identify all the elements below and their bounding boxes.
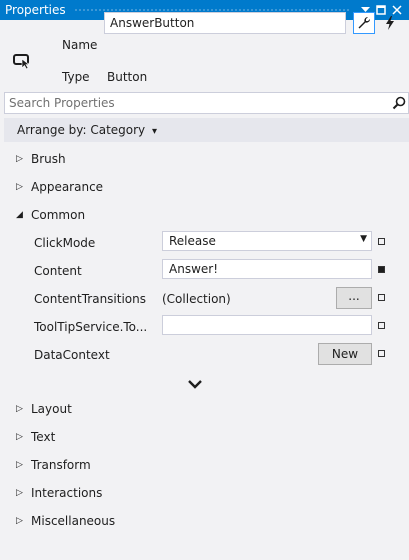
category-label: Common xyxy=(31,208,86,222)
category-label: Miscellaneous xyxy=(31,514,116,528)
collapse-arrow-icon[interactable]: ◢ xyxy=(16,210,26,220)
category-label: Transform xyxy=(31,458,91,472)
type-value: Button xyxy=(107,70,148,84)
property-label-contenttransitions: ContentTransitions xyxy=(34,292,147,306)
property-label-datacontext: DataContext xyxy=(34,348,110,362)
category-transform[interactable]: ▷ Transform xyxy=(16,458,91,472)
expand-arrow-icon[interactable]: ▷ xyxy=(16,404,26,414)
button-element-icon xyxy=(12,50,32,70)
property-label-tooltip: ToolTipService.To... xyxy=(34,320,148,334)
search-icon[interactable] xyxy=(392,96,406,113)
panel-title: Properties xyxy=(5,3,66,17)
category-label: Appearance xyxy=(31,180,104,194)
arrange-by-dropdown-icon[interactable]: ▾ xyxy=(152,126,157,137)
search-placeholder: Search Properties xyxy=(9,96,115,110)
expand-arrow-icon[interactable]: ▷ xyxy=(16,516,26,526)
clickmode-select[interactable]: Release ▼ xyxy=(162,231,372,251)
category-brush[interactable]: ▷ Brush xyxy=(16,152,66,166)
property-marker-set[interactable] xyxy=(378,266,385,273)
property-label-clickmode: ClickMode xyxy=(34,236,96,250)
category-appearance[interactable]: ▷ Appearance xyxy=(16,180,103,194)
category-label: Layout xyxy=(31,402,72,416)
expand-arrow-icon[interactable]: ▷ xyxy=(16,488,26,498)
property-marker[interactable] xyxy=(378,294,385,301)
chevron-down-icon: ▼ xyxy=(360,234,367,244)
content-input[interactable]: Answer! xyxy=(162,259,372,279)
type-label: Type xyxy=(62,70,90,84)
category-text[interactable]: ▷ Text xyxy=(16,430,55,444)
name-input[interactable]: AnswerButton xyxy=(104,12,346,34)
contenttransitions-value: (Collection) xyxy=(162,292,231,306)
expand-arrow-icon[interactable]: ▷ xyxy=(16,182,26,192)
search-properties-box[interactable]: Search Properties xyxy=(4,92,409,114)
category-label: Text xyxy=(31,430,56,444)
category-label: Brush xyxy=(31,152,66,166)
property-label-content: Content xyxy=(34,264,82,278)
expand-arrow-icon[interactable]: ▷ xyxy=(16,154,26,164)
property-marker[interactable] xyxy=(378,350,385,357)
property-marker[interactable] xyxy=(378,238,385,245)
category-miscellaneous[interactable]: ▷ Miscellaneous xyxy=(16,514,115,528)
property-marker[interactable] xyxy=(378,322,385,329)
show-advanced-chevron-icon[interactable] xyxy=(188,378,202,392)
events-view-button[interactable] xyxy=(379,12,401,34)
arrange-by-bar[interactable]: Arrange by: Category ▾ xyxy=(4,118,409,142)
expand-arrow-icon[interactable]: ▷ xyxy=(16,460,26,470)
tooltip-input[interactable] xyxy=(162,315,372,335)
category-layout[interactable]: ▷ Layout xyxy=(16,402,72,416)
properties-view-button[interactable] xyxy=(353,12,375,34)
category-label: Interactions xyxy=(31,486,103,500)
clickmode-value: Release xyxy=(169,234,216,248)
new-datacontext-button[interactable]: New xyxy=(318,343,372,365)
edit-collection-button[interactable]: ... xyxy=(336,287,372,309)
category-common[interactable]: ◢ Common xyxy=(16,208,85,222)
name-label: Name xyxy=(62,38,98,52)
arrange-by-label: Arrange by: Category xyxy=(17,123,146,137)
category-interactions[interactable]: ▷ Interactions xyxy=(16,486,102,500)
expand-arrow-icon[interactable]: ▷ xyxy=(16,432,26,442)
